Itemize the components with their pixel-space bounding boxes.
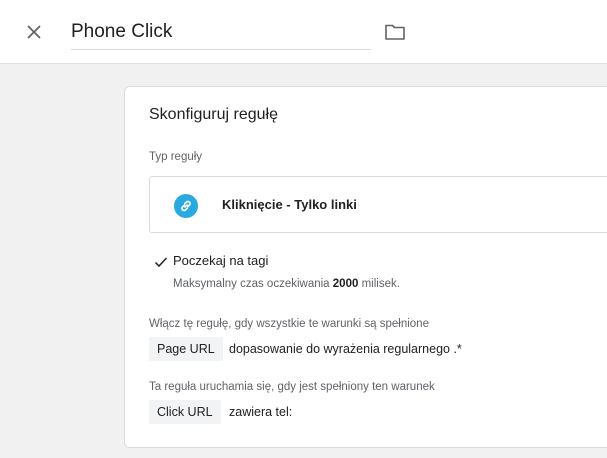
trigger-type-name: Kliknięcie - Tylko linki bbox=[222, 197, 357, 212]
trigger-type-label: Typ reguły bbox=[149, 151, 203, 163]
wait-for-tags-description: Maksymalny czas oczekiwania 2000 milisek… bbox=[173, 278, 400, 290]
fire-variable-chip: Click URL bbox=[149, 400, 221, 424]
checkmark-icon[interactable] bbox=[153, 254, 169, 270]
fire-condition-text: zawiera tel: bbox=[229, 405, 293, 419]
trigger-name: Phone Click bbox=[71, 21, 173, 42]
top-bar: Phone Click bbox=[0, 0, 607, 64]
card-title: Skonfiguruj regułę bbox=[149, 106, 278, 123]
trigger-config-card: Skonfiguruj regułę Typ reguły Kliknięcie… bbox=[124, 86, 607, 448]
wait-timeout-value: 2000 bbox=[332, 278, 359, 290]
folder-icon[interactable] bbox=[384, 21, 406, 43]
wait-for-tags-label: Poczekaj na tagi bbox=[173, 253, 269, 268]
close-icon[interactable] bbox=[22, 20, 46, 44]
enable-variable-chip: Page URL bbox=[149, 337, 223, 361]
trigger-type-selector[interactable]: Kliknięcie - Tylko linki bbox=[149, 176, 607, 233]
fire-conditions-label: Ta reguła uruchamia się, gdy jest spełni… bbox=[149, 381, 435, 393]
enable-condition-text: dopasowanie do wyrażenia regularnego .* bbox=[229, 342, 462, 356]
enable-conditions-label: Włącz tę regułę, gdy wszystkie te warunk… bbox=[149, 318, 429, 330]
trigger-name-field[interactable]: Phone Click bbox=[71, 14, 371, 50]
link-icon bbox=[174, 194, 198, 218]
